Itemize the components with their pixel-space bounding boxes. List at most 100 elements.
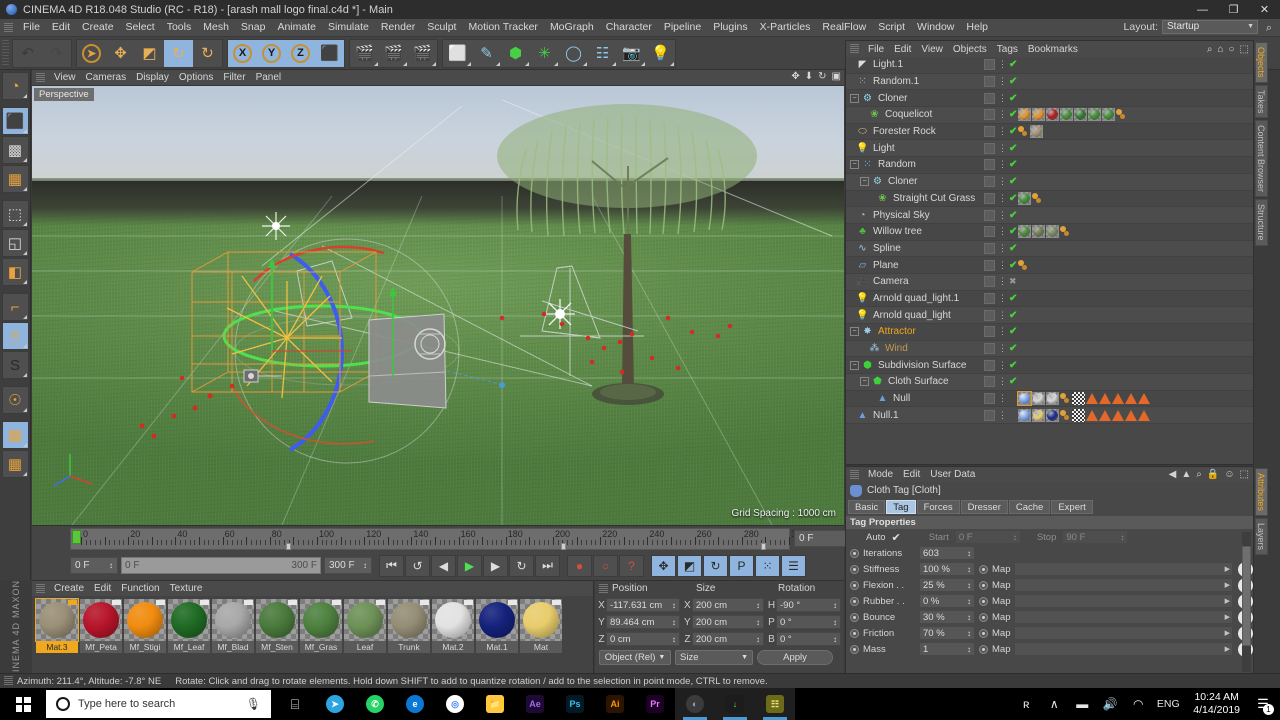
material-tag-swatch[interactable] xyxy=(1032,392,1045,406)
taskbar-app-whatsapp[interactable]: ✆ xyxy=(355,688,395,720)
enabled-check-icon[interactable]: ✔ xyxy=(1009,360,1017,371)
table-row[interactable]: − ⚙ Cloner ⋮ ✔ xyxy=(846,173,1253,191)
world-object-coordinates[interactable]: ⬛ xyxy=(315,39,344,67)
material-menu-create[interactable]: Create xyxy=(49,583,89,594)
y-axis-lock[interactable]: Y xyxy=(257,39,286,67)
enabled-check-icon[interactable]: ✔ xyxy=(1009,243,1017,254)
animate-radio[interactable] xyxy=(850,628,859,638)
expander-icon[interactable]: − xyxy=(850,360,859,370)
menu-animate[interactable]: Animate xyxy=(271,19,322,36)
search-icon[interactable]: ⌕ xyxy=(1196,469,1202,480)
layer-color-box[interactable] xyxy=(984,359,995,371)
attribute-menu-mode[interactable]: Mode xyxy=(863,469,898,480)
object-menu-file[interactable]: File xyxy=(863,44,889,55)
maximize-button[interactable]: ❐ xyxy=(1218,0,1249,19)
viewport-grip[interactable] xyxy=(36,72,45,83)
map-field[interactable]: ▶ xyxy=(1014,626,1233,640)
current-time-marker[interactable] xyxy=(72,530,81,544)
layer-color-box[interactable] xyxy=(984,142,995,154)
dynamics-tag-icon[interactable] xyxy=(1018,259,1029,271)
menubar-grip[interactable] xyxy=(4,22,13,33)
menu-mograph[interactable]: MoGraph xyxy=(544,19,600,36)
disabled-icon[interactable]: ✖ xyxy=(1009,276,1017,287)
menu-render[interactable]: Render xyxy=(375,19,421,36)
material-item[interactable]: Mf_Stigi xyxy=(124,599,166,653)
dynamics-tag-icon[interactable] xyxy=(1060,409,1071,421)
spinner-icon[interactable]: ↕ xyxy=(756,601,760,610)
toggle-icon[interactable]: ○ xyxy=(1229,44,1235,55)
rotation-field[interactable]: 0 ° ↕ xyxy=(776,632,841,646)
selection-tag-icon[interactable] xyxy=(1099,393,1111,405)
side-tab-structure[interactable]: Structure xyxy=(1255,199,1268,246)
material-item[interactable]: Mf_Gras xyxy=(300,599,342,653)
spinner-icon[interactable]: ↕ xyxy=(833,601,837,610)
rotation-key-toggle[interactable]: ↻ xyxy=(703,554,728,577)
viewport-menu-filter[interactable]: Filter xyxy=(218,72,250,83)
layer-color-box[interactable] xyxy=(984,76,995,88)
enabled-check-icon[interactable]: ✔ xyxy=(1009,176,1017,187)
timeline-ruler[interactable]: 0204060801001201401601802002202402602803… xyxy=(70,528,807,550)
viewport-layout-icon-0[interactable]: ✥ xyxy=(791,71,799,82)
viewport-menu-view[interactable]: View xyxy=(49,72,81,83)
layer-color-box[interactable] xyxy=(984,409,995,421)
map-field[interactable]: ▶ xyxy=(1014,562,1233,576)
object-menu-edit[interactable]: Edit xyxy=(889,44,916,55)
menu-simulate[interactable]: Simulate xyxy=(322,19,375,36)
animate-radio[interactable] xyxy=(850,564,859,574)
material-tag-swatch[interactable] xyxy=(1060,108,1073,122)
step-back-button[interactable]: ◀ xyxy=(431,554,456,577)
object-menu-bookmarks[interactable]: Bookmarks xyxy=(1023,44,1083,55)
spinner-icon[interactable]: ↕ xyxy=(967,549,971,558)
menu-script[interactable]: Script xyxy=(872,19,911,36)
spinner-icon[interactable]: ↕ xyxy=(109,561,113,570)
material-swatch[interactable] xyxy=(344,599,386,641)
map-field[interactable]: ▶ xyxy=(1014,642,1233,656)
coordinate-grip[interactable] xyxy=(599,583,608,594)
lock-icon[interactable]: 🔒 xyxy=(1207,469,1219,480)
rotate-tool[interactable]: ↻ xyxy=(164,39,193,67)
spinner-icon[interactable]: ↕ xyxy=(1013,533,1017,542)
side-tab-content-browser[interactable]: Content Browser xyxy=(1255,120,1268,198)
attribute-menu-edit[interactable]: Edit xyxy=(898,469,925,480)
selection-tag-icon[interactable] xyxy=(1138,409,1150,421)
task-view-button[interactable]: ⌸ xyxy=(275,688,315,720)
material-tag-swatch[interactable] xyxy=(1074,108,1087,122)
material-tag-swatch[interactable] xyxy=(1032,108,1045,122)
viewport-solo-button[interactable]: 🖱 xyxy=(1,322,29,350)
material-item[interactable]: Mf_Blad xyxy=(212,599,254,653)
people-icon[interactable]: ʀ xyxy=(1013,688,1039,720)
viewport-layout-icon-2[interactable]: ↻ xyxy=(818,71,826,82)
table-row[interactable]: 💡 Light ⋮ ✔ xyxy=(846,140,1253,158)
add-spline-button[interactable]: ✎ xyxy=(472,40,501,67)
dynamics-tag-icon[interactable] xyxy=(1032,192,1043,204)
table-row[interactable]: − ⬟ Cloth Surface ⋮ ✔ xyxy=(846,374,1253,391)
menu-sculpt[interactable]: Sculpt xyxy=(421,19,462,36)
keyframe-selection-button[interactable]: ? xyxy=(619,554,644,577)
material-tag-swatch[interactable] xyxy=(1032,225,1045,239)
go-to-end-button[interactable]: ⏭ xyxy=(535,554,560,577)
taskbar-app-premiere-pro[interactable]: Pr xyxy=(635,688,675,720)
position-key-toggle[interactable]: ✥ xyxy=(651,554,676,577)
close-button[interactable]: ✕ xyxy=(1249,0,1280,19)
attribute-grip[interactable] xyxy=(850,469,859,480)
viewport-menu-display[interactable]: Display xyxy=(131,72,174,83)
planar-workplane-button[interactable]: ▦ xyxy=(1,450,29,478)
taskbar-app-after-effects[interactable]: Ae xyxy=(515,688,555,720)
menu-character[interactable]: Character xyxy=(600,19,658,36)
search-icon[interactable]: ⌕ xyxy=(1207,44,1213,55)
face-icon[interactable]: ☺ xyxy=(1224,469,1234,480)
layer-color-box[interactable] xyxy=(984,226,995,238)
render-view-button[interactable]: 🎬 xyxy=(350,40,379,67)
spinner-icon[interactable]: ↕ xyxy=(967,597,971,606)
table-row[interactable]: 🎥 Camera ⋮ ✖ xyxy=(846,273,1253,291)
object-manager-grip[interactable] xyxy=(850,44,859,54)
dynamics-tag-icon[interactable] xyxy=(1060,226,1071,237)
texture-checker-tag-icon[interactable] xyxy=(1072,392,1085,406)
spinner-icon[interactable]: ↕ xyxy=(672,618,676,627)
enabled-check-icon[interactable]: ✔ xyxy=(1009,260,1017,271)
menu-plugins[interactable]: Plugins xyxy=(707,19,753,36)
render-to-picture-viewer-button[interactable]: 🎬 xyxy=(379,40,408,67)
enabled-check-icon[interactable]: ✔ xyxy=(1009,293,1017,304)
material-tag-swatch[interactable] xyxy=(1102,108,1115,122)
rotation-field[interactable]: -90 ° ↕ xyxy=(776,598,841,612)
